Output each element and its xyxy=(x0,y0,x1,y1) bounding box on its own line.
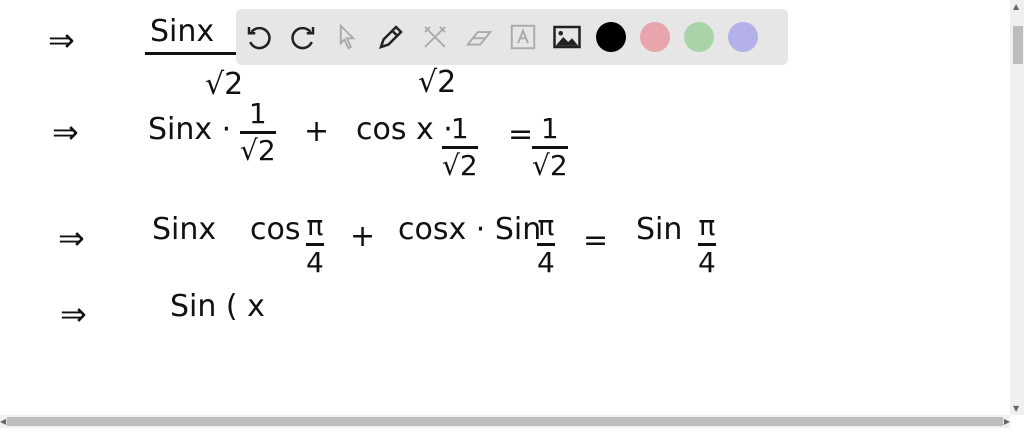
expr-term: Sin ( x xyxy=(170,289,265,324)
denominator: √2 xyxy=(532,148,568,182)
color-pink[interactable] xyxy=(634,16,676,58)
horizontal-scroll-thumb[interactable] xyxy=(7,417,1003,426)
color-purple[interactable] xyxy=(722,16,764,58)
fraction: 1 √2 xyxy=(532,115,568,180)
equals-sign: = xyxy=(508,117,534,152)
numerator: 1 xyxy=(540,112,559,145)
fraction: π4 xyxy=(306,212,324,277)
implies-arrow: ⇒ xyxy=(60,295,87,333)
tools-button[interactable] xyxy=(414,16,456,58)
scroll-up-arrow[interactable]: ▲ xyxy=(1013,2,1019,11)
text-icon xyxy=(510,24,536,50)
color-swatch xyxy=(684,22,714,52)
expr-term: Sinx xyxy=(152,212,217,247)
numerator: π xyxy=(698,209,716,242)
undo-button[interactable] xyxy=(238,16,280,58)
color-swatch xyxy=(640,22,670,52)
expr-term: cosx · Sin xyxy=(398,212,542,247)
redo-icon xyxy=(291,26,315,50)
expr-term: Sinx · xyxy=(148,112,232,147)
expr-term: cos x · xyxy=(356,112,453,147)
expr-term: cos xyxy=(250,212,301,247)
horizontal-scrollbar[interactable]: ◀ ▶ xyxy=(0,415,1010,428)
color-swatch xyxy=(596,22,626,52)
expr-term: Sin xyxy=(636,212,683,247)
equals-sign: = xyxy=(583,223,609,258)
eraser-icon xyxy=(465,31,493,46)
color-swatch xyxy=(728,22,758,52)
image-icon xyxy=(553,25,581,49)
scroll-left-arrow[interactable]: ◀ xyxy=(0,417,6,426)
vertical-scrollbar[interactable]: ▲ ▼ xyxy=(1010,0,1024,415)
numerator: 1 xyxy=(450,112,469,145)
scroll-right-arrow[interactable]: ▶ xyxy=(1004,417,1010,426)
implies-arrow: ⇒ xyxy=(58,219,85,257)
denominator: 4 xyxy=(698,245,716,279)
fraction: 1 √2 xyxy=(240,100,276,165)
eraser-tool[interactable] xyxy=(458,16,500,58)
pen-icon xyxy=(379,25,403,49)
vertical-scroll-thumb[interactable] xyxy=(1013,26,1023,64)
denominator: 4 xyxy=(306,245,324,279)
plus-sign: + xyxy=(304,114,330,149)
scroll-down-arrow[interactable]: ▼ xyxy=(1013,404,1019,413)
numerator: π xyxy=(537,209,555,242)
pen-tool[interactable] xyxy=(370,16,412,58)
color-green[interactable] xyxy=(678,16,720,58)
numerator: 1 xyxy=(248,97,267,130)
numerator: π xyxy=(306,209,324,242)
denominator: 4 xyxy=(537,245,555,279)
implies-arrow: ⇒ xyxy=(52,113,79,151)
fraction: π4 xyxy=(698,212,716,277)
drawing-toolbar xyxy=(236,9,788,65)
pointer-icon xyxy=(339,23,356,50)
plus-sign: + xyxy=(350,219,376,254)
denominator: √2 xyxy=(418,65,457,100)
implies-arrow: ⇒ xyxy=(48,21,75,59)
denominator: √2 xyxy=(240,133,276,167)
denominator: √2 xyxy=(205,67,244,102)
select-tool[interactable] xyxy=(326,16,368,58)
denominator: √2 xyxy=(442,148,478,182)
undo-icon xyxy=(247,26,271,50)
fraction: π4 xyxy=(537,212,555,277)
tools-icon xyxy=(424,26,446,48)
numerator: Sinx xyxy=(150,14,215,49)
text-tool[interactable] xyxy=(502,16,544,58)
image-tool[interactable] xyxy=(546,16,588,58)
redo-button[interactable] xyxy=(282,16,324,58)
fraction: 1 √2 xyxy=(442,115,478,180)
color-black[interactable] xyxy=(590,16,632,58)
